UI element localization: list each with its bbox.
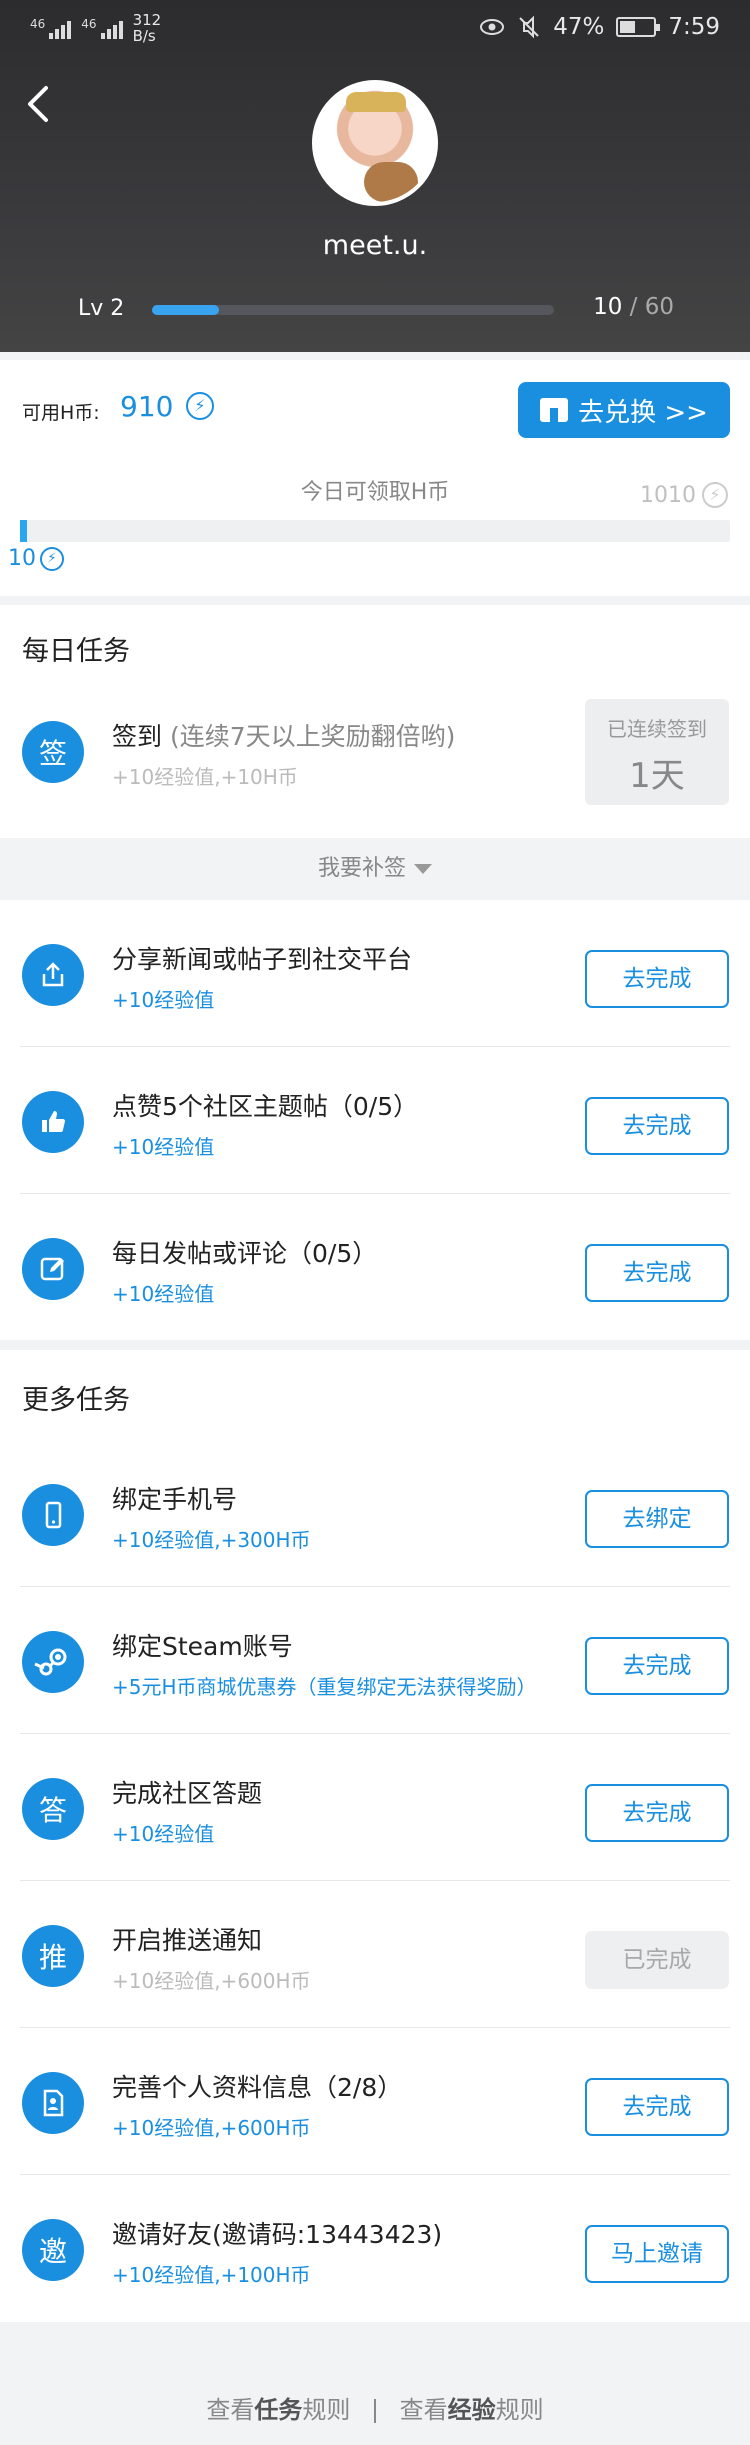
complete-button[interactable]: 去完成 <box>585 1637 729 1695</box>
steam-icon <box>22 1631 84 1693</box>
battery-icon <box>616 17 661 37</box>
task-reward: +5元H币商城优惠券（重复绑定无法获得奖励） <box>112 1675 537 1699</box>
task-name: 完善个人资料信息（2/8） <box>112 2073 403 2102</box>
today-claimable-title: 今日可领取H币 <box>300 480 450 505</box>
status-bar: 46 46 312 B/s 47% 7:59 <box>0 0 750 60</box>
coins-card: 可用H币: 910 ⚡ 去兑换 >> 今日可领取H币 1010 ⚡ 10 ⚡ <box>0 360 750 596</box>
task-like: 点赞5个社区主题帖（0/5） +10经验值 去完成 <box>0 1047 750 1194</box>
task-name: 邀请好友(邀请码:13443423) <box>112 2220 443 2249</box>
phone-icon <box>22 1484 84 1546</box>
task-reward: +10经验值 <box>112 988 215 1012</box>
task-name: 绑定手机号 <box>112 1485 238 1514</box>
signal-icon: 46 <box>30 17 72 39</box>
signin-streak-box: 已连续签到 1天 <box>585 699 729 805</box>
exp-rules-link[interactable]: 查看经验规则 <box>400 2396 544 2424</box>
task-post: 每日发帖或评论（0/5） +10经验值 去完成 <box>0 1194 750 1341</box>
task-signin: 签 签到 (连续7天以上奖励翻倍哟) +10经验值,+10H币 已连续签到 1天 <box>0 691 750 838</box>
section-title-more: 更多任务 <box>22 1385 130 1416</box>
task-bind-steam: 绑定Steam账号 +5元H币商城优惠券（重复绑定无法获得奖励） 去完成 <box>0 1587 750 1734</box>
exchange-button[interactable]: 去兑换 >> <box>518 382 730 438</box>
h-coin-icon: ⚡ <box>702 482 728 508</box>
complete-button[interactable]: 去完成 <box>585 950 729 1008</box>
task-bind-phone: 绑定手机号 +10经验值,+300H币 去绑定 <box>0 1440 750 1587</box>
task-reward: +10经验值,+100H币 <box>112 2263 311 2287</box>
daily-tasks-section: 每日任务 签 签到 (连续7天以上奖励翻倍哟) +10经验值,+10H币 已连续… <box>0 605 750 838</box>
mute-icon <box>519 15 539 39</box>
available-coins-label: 可用H币: <box>22 402 100 424</box>
share-icon <box>22 944 84 1006</box>
divider <box>374 2399 376 2423</box>
makeup-signin-toggle[interactable]: 我要补签 <box>0 838 750 900</box>
push-icon: 推 <box>22 1925 84 1987</box>
completed-badge: 已完成 <box>585 1931 729 1989</box>
footer: 查看任务规则 查看经验规则 <box>0 2322 750 2445</box>
h-coin-icon: ⚡ <box>40 546 64 571</box>
invite-icon: 邀 <box>22 2219 84 2281</box>
task-push-notify: 推 开启推送通知 +10经验值,+600H币 已完成 <box>0 1881 750 2028</box>
task-reward: +10经验值,+10H币 <box>112 765 298 789</box>
daily-tasks-list: 分享新闻或帖子到社交平台 +10经验值 去完成 点赞5个社区主题帖（0/5） +… <box>0 900 750 1340</box>
signal-icon-2: 46 <box>81 17 123 39</box>
invite-button[interactable]: 马上邀请 <box>585 2225 729 2283</box>
network-speed: 312 B/s <box>132 11 162 45</box>
profile-header: 46 46 312 B/s 47% 7:59 meet.u. Lv 2 10 /… <box>0 0 750 352</box>
task-profile: 完善个人资料信息（2/8） +10经验值,+600H币 去完成 <box>0 2028 750 2175</box>
task-name: 绑定Steam账号 <box>112 1632 293 1661</box>
profile-doc-icon <box>22 2072 84 2134</box>
today-current: 10 ⚡ <box>8 546 64 571</box>
complete-button[interactable]: 去完成 <box>585 1784 729 1842</box>
back-arrow-icon[interactable] <box>18 82 62 126</box>
quiz-icon: 答 <box>22 1778 84 1840</box>
section-title-daily: 每日任务 <box>22 636 130 667</box>
task-name: 签到 (连续7天以上奖励翻倍哟) <box>112 722 456 751</box>
more-tasks-section: 更多任务 绑定手机号 +10经验值,+300H币 去绑定 绑定Steam账号 +… <box>0 1350 750 2322</box>
task-rules-link[interactable]: 查看任务规则 <box>206 2396 350 2424</box>
avatar[interactable] <box>312 80 438 206</box>
edit-icon <box>22 1238 84 1300</box>
complete-button[interactable]: 去完成 <box>585 2078 729 2136</box>
complete-button[interactable]: 去完成 <box>585 1097 729 1155</box>
task-name: 开启推送通知 <box>112 1926 263 1955</box>
today-max: 1010 ⚡ <box>640 482 728 508</box>
bind-button[interactable]: 去绑定 <box>585 1490 729 1548</box>
caret-down-icon <box>414 864 432 874</box>
task-reward: +10经验值 <box>112 1135 215 1159</box>
task-community-quiz: 答 完成社区答题 +10经验值 去完成 <box>0 1734 750 1881</box>
thumbs-up-icon <box>22 1091 84 1153</box>
level-progress-bar <box>152 305 554 315</box>
task-reward: +10经验值,+600H币 <box>112 1969 311 1993</box>
task-invite: 邀 邀请好友(邀请码:13443423) +10经验值,+100H币 马上邀请 <box>0 2175 750 2322</box>
username: meet.u. <box>322 230 428 261</box>
task-share: 分享新闻或帖子到社交平台 +10经验值 去完成 <box>0 900 750 1047</box>
task-name: 完成社区答题 <box>112 1779 263 1808</box>
task-reward: +10经验值 <box>112 1282 215 1306</box>
task-reward: +10经验值,+300H币 <box>112 1528 311 1552</box>
eye-icon <box>480 19 505 35</box>
level-label: Lv 2 <box>78 296 125 321</box>
task-name: 分享新闻或帖子到社交平台 <box>112 945 413 974</box>
task-name: 点赞5个社区主题帖（0/5） <box>112 1092 419 1121</box>
signin-icon: 签 <box>22 721 84 783</box>
today-progress-bar <box>20 520 730 542</box>
shop-icon <box>540 398 569 422</box>
available-coins-value: 910 <box>120 390 174 423</box>
level-progress-text: 10 / 60 <box>593 294 674 320</box>
h-coin-icon: ⚡ <box>186 392 214 420</box>
battery-percent: 47% <box>553 14 605 40</box>
task-reward: +10经验值 <box>112 1822 215 1846</box>
complete-button[interactable]: 去完成 <box>585 1244 729 1302</box>
task-name: 每日发帖或评论（0/5） <box>112 1239 378 1268</box>
task-reward: +10经验值,+600H币 <box>112 2116 311 2140</box>
clock: 7:59 <box>668 14 720 40</box>
